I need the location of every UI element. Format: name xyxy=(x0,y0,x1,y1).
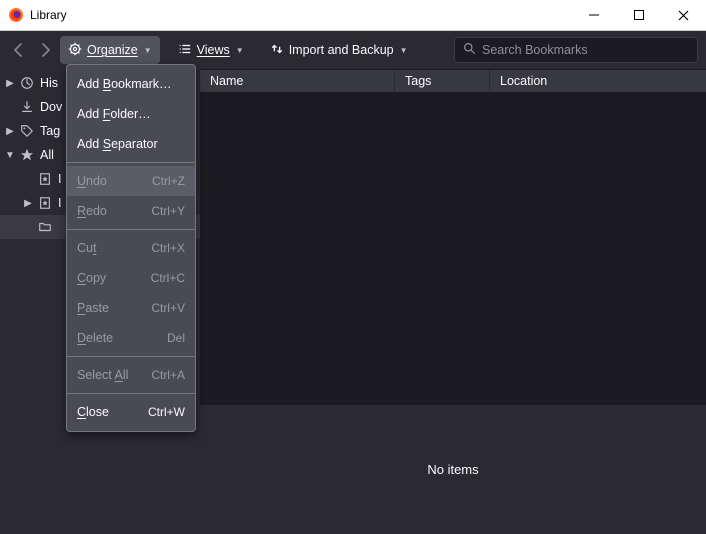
organize-label: Organize xyxy=(87,43,138,57)
search-icon xyxy=(463,42,476,58)
tree-label: Tag xyxy=(40,124,60,138)
forward-button[interactable] xyxy=(34,39,56,61)
tree-label: I xyxy=(58,196,61,210)
search-input[interactable]: Search Bookmarks xyxy=(454,37,698,63)
menu-select-all: Select AllCtrl+A xyxy=(67,360,195,390)
views-label: Views xyxy=(197,43,230,57)
menu-add-bookmark[interactable]: Add Bookmark… xyxy=(67,69,195,99)
menu-separator xyxy=(67,356,195,357)
window-title: Library xyxy=(30,8,67,22)
back-button[interactable] xyxy=(8,39,30,61)
clock-icon xyxy=(19,75,35,91)
menu-separator xyxy=(67,393,195,394)
firefox-logo-icon xyxy=(8,7,24,23)
chevron-down-icon: ▼ xyxy=(4,150,16,161)
menu-close[interactable]: CloseCtrl+W xyxy=(67,397,195,427)
chevron-down-icon: ▼ xyxy=(236,46,244,55)
menu-delete: DeleteDel xyxy=(67,323,195,353)
content-area: Organize ▼ Views ▼ Import and Backup ▼ xyxy=(0,30,706,534)
import-label: Import and Backup xyxy=(289,43,394,57)
minimize-button[interactable] xyxy=(571,0,616,30)
details-pane: No items xyxy=(200,404,706,534)
column-name[interactable]: Name xyxy=(200,70,395,92)
empty-label: No items xyxy=(427,462,478,477)
list-icon xyxy=(178,42,192,59)
column-headers: Name Tags Location xyxy=(200,69,706,93)
tree-label: Dov xyxy=(40,100,62,114)
chevron-right-icon: ▶ xyxy=(4,126,16,137)
list-area[interactable] xyxy=(200,93,706,404)
library-window: Library Organize ▼ xyxy=(0,0,706,534)
menu-paste: PasteCtrl+V xyxy=(67,293,195,323)
views-button[interactable]: Views ▼ xyxy=(170,36,252,64)
gear-icon xyxy=(68,42,82,59)
close-button[interactable] xyxy=(661,0,706,30)
folder-icon xyxy=(37,219,53,235)
menu-add-separator[interactable]: Add Separator xyxy=(67,129,195,159)
chevron-down-icon: ▼ xyxy=(144,46,152,55)
import-backup-button[interactable]: Import and Backup ▼ xyxy=(262,36,416,64)
download-icon xyxy=(19,99,35,115)
bookmark-icon xyxy=(37,171,53,187)
chevron-down-icon: ▼ xyxy=(400,46,408,55)
menu-copy: CopyCtrl+C xyxy=(67,263,195,293)
organize-button[interactable]: Organize ▼ xyxy=(60,36,160,64)
tag-icon xyxy=(19,123,35,139)
chevron-right-icon: ▶ xyxy=(22,198,34,209)
main-panel: Name Tags Location No items xyxy=(200,69,706,534)
menu-add-folder[interactable]: Add Folder… xyxy=(67,99,195,129)
menu-redo: RedoCtrl+Y xyxy=(67,196,195,226)
titlebar: Library xyxy=(0,0,706,30)
bookmark-icon xyxy=(37,195,53,211)
menu-separator xyxy=(67,229,195,230)
column-tags[interactable]: Tags xyxy=(395,70,490,92)
menu-undo: UndoCtrl+Z xyxy=(67,166,195,196)
maximize-button[interactable] xyxy=(616,0,661,30)
menu-cut: CutCtrl+X xyxy=(67,233,195,263)
chevron-right-icon: ▶ xyxy=(4,78,16,89)
organize-menu: Add Bookmark… Add Folder… Add Separator … xyxy=(66,64,196,432)
import-export-icon xyxy=(270,42,284,59)
menu-separator xyxy=(67,162,195,163)
search-placeholder: Search Bookmarks xyxy=(482,43,588,57)
tree-label: All xyxy=(40,148,54,162)
column-location[interactable]: Location xyxy=(490,70,706,92)
star-icon xyxy=(19,147,35,163)
tree-label: I xyxy=(58,172,61,186)
tree-label: His xyxy=(40,76,58,90)
